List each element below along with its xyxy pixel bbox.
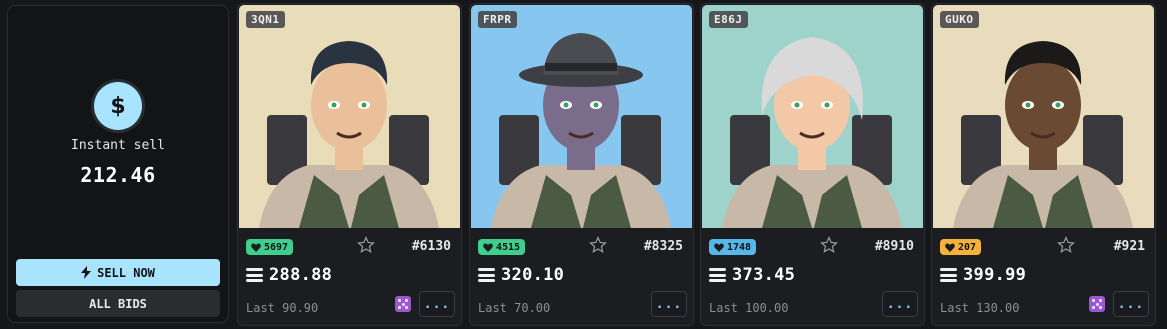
price-row: 288.88 xyxy=(246,265,332,285)
likes-count: 1748 xyxy=(727,241,752,253)
sell-now-button[interactable]: SELL NOW xyxy=(16,259,220,286)
nft-card[interactable]: GUKO 207 #921 399.99 Last 130.00... xyxy=(931,3,1156,326)
nft-artwork[interactable] xyxy=(471,5,692,228)
nft-code-tag: E86J xyxy=(709,11,748,28)
currency-icon xyxy=(478,268,495,282)
likes-count: 4515 xyxy=(496,241,521,253)
currency-icon xyxy=(246,268,263,282)
character-portrait xyxy=(471,5,692,228)
dice-icon[interactable] xyxy=(1089,296,1105,312)
nft-code-tag: GUKO xyxy=(940,11,979,28)
star-icon[interactable] xyxy=(357,236,375,254)
token-number: #8325 xyxy=(643,239,683,254)
currency-icon xyxy=(709,268,726,282)
character-portrait xyxy=(933,5,1154,228)
nft-artwork[interactable] xyxy=(702,5,923,228)
last-sale-price: Last 100.00 xyxy=(709,301,789,315)
heart-icon xyxy=(483,242,493,252)
last-sale-price: Last 90.90 xyxy=(246,301,319,315)
price-value: 373.45 xyxy=(732,265,796,285)
star-icon[interactable] xyxy=(589,236,607,254)
dollar-symbol: $ xyxy=(110,93,126,119)
price-row: 399.99 xyxy=(940,265,1026,285)
sell-now-label: SELL NOW xyxy=(97,265,155,280)
nft-code-tag: 3QN1 xyxy=(246,11,285,28)
heart-icon xyxy=(714,242,724,252)
more-options-button[interactable]: ... xyxy=(651,291,687,317)
token-number: #921 xyxy=(1113,239,1145,254)
more-options-button[interactable]: ... xyxy=(419,291,455,317)
instant-sell-panel: $ Instant sell 212.46 SELL NOW ALL BIDS xyxy=(7,5,229,323)
more-options-button[interactable]: ... xyxy=(882,291,918,317)
nft-code-tag: FRPR xyxy=(478,11,517,28)
star-icon[interactable] xyxy=(1057,236,1075,254)
more-options-button[interactable]: ... xyxy=(1113,291,1149,317)
likes-count: 207 xyxy=(958,241,977,253)
likes-badge: 5697 xyxy=(246,239,294,255)
last-sale-price: Last 70.00 xyxy=(478,301,551,315)
price-row: 320.10 xyxy=(478,265,564,285)
instant-sell-value: 212.46 xyxy=(80,163,156,187)
heart-icon xyxy=(945,242,955,252)
character-portrait xyxy=(239,5,460,228)
nft-card[interactable]: FRPR 4515 #8325 320.10 Last 70.00... xyxy=(469,3,694,326)
likes-badge: 207 xyxy=(940,239,982,255)
all-bids-button[interactable]: ALL BIDS xyxy=(16,290,220,317)
nft-artwork[interactable] xyxy=(933,5,1154,228)
lightning-icon xyxy=(81,266,92,279)
all-bids-label: ALL BIDS xyxy=(89,296,147,311)
dice-icon[interactable] xyxy=(395,296,411,312)
nft-card[interactable]: 3QN1 5697 #6130 288.88 Last 90.90... xyxy=(237,3,462,326)
nft-artwork[interactable] xyxy=(239,5,460,228)
token-number: #6130 xyxy=(411,239,451,254)
currency-icon xyxy=(940,268,957,282)
likes-count: 5697 xyxy=(264,241,289,253)
instant-sell-label: Instant sell xyxy=(71,138,165,153)
price-value: 320.10 xyxy=(501,265,565,285)
dollar-icon: $ xyxy=(94,82,142,130)
heart-icon xyxy=(251,242,261,252)
token-number: #8910 xyxy=(874,239,914,254)
likes-badge: 4515 xyxy=(478,239,526,255)
character-portrait xyxy=(702,5,923,228)
price-value: 399.99 xyxy=(963,265,1027,285)
price-row: 373.45 xyxy=(709,265,795,285)
price-value: 288.88 xyxy=(269,265,333,285)
star-icon[interactable] xyxy=(820,236,838,254)
likes-badge: 1748 xyxy=(709,239,757,255)
last-sale-price: Last 130.00 xyxy=(940,301,1020,315)
nft-card[interactable]: E86J 1748 #8910 373.45 Last 100.00... xyxy=(700,3,925,326)
